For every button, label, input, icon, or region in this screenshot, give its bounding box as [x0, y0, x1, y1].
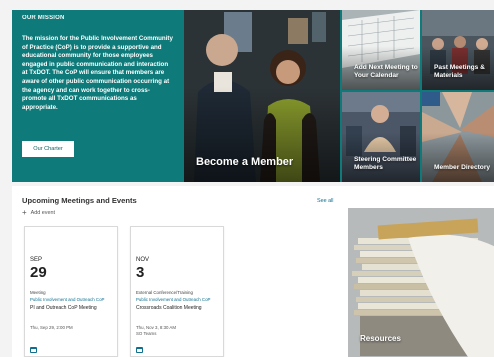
tile-label: Steering Committee Members — [354, 156, 417, 171]
events-section: Upcoming Meetings and Events See all + A… — [12, 186, 494, 357]
event-datetime: Thu, Nov 3, 8:30 AM — [136, 325, 177, 330]
event-category: Meeting — [30, 290, 46, 295]
event-card[interactable]: NOV 3 External Conference/Training Publi… — [130, 226, 224, 357]
event-title: PI and Outreach CoP Meeting — [30, 305, 97, 311]
add-event-label: Add event — [30, 210, 55, 216]
add-event-button[interactable]: + Add event — [22, 208, 55, 217]
tile-label: Add Next Meeting to Your Calendar — [354, 64, 418, 79]
hero-band: OUR MISSION The mission for the Public I… — [12, 10, 494, 182]
event-subcategory: Public Involvement and Outreach CoP — [136, 297, 211, 302]
event-month: NOV — [136, 257, 150, 263]
event-day: 3 — [136, 264, 145, 281]
tile-label: Member Directory — [434, 164, 491, 171]
event-datetime: Thu, Sep 29, 2:00 PM — [30, 325, 73, 330]
tile-become-a-member[interactable]: Become a Member — [184, 10, 340, 182]
mission-panel: OUR MISSION The mission for the Public I… — [12, 10, 184, 182]
tile-label: Become a Member — [196, 156, 294, 168]
resources-tile[interactable]: Resources — [348, 208, 494, 357]
add-to-calendar-icon[interactable] — [136, 347, 143, 353]
resources-label: Resources — [360, 334, 401, 343]
event-day: 29 — [30, 264, 47, 281]
tile-gradient — [422, 132, 494, 182]
page: OUR MISSION The mission for the Public I… — [0, 0, 494, 357]
tile-member-directory[interactable]: Member Directory — [422, 92, 494, 182]
event-title: Crossroads Coalition Meeting — [136, 305, 202, 311]
event-category: External Conference/Training — [136, 290, 193, 295]
event-subcategory: Public Involvement and Outreach CoP — [30, 297, 105, 302]
plus-icon: + — [22, 208, 27, 217]
mission-heading: OUR MISSION — [22, 15, 65, 21]
event-card[interactable]: SEP 29 Meeting Public Involvement and Ou… — [24, 226, 118, 357]
tile-steering-committee[interactable]: Steering Committee Members — [342, 92, 420, 182]
event-location: SO Teams — [136, 331, 157, 336]
see-all-link[interactable]: See all — [317, 198, 333, 204]
events-title: Upcoming Meetings and Events — [22, 196, 137, 205]
tile-add-next-meeting[interactable]: Add Next Meeting to Your Calendar — [342, 10, 420, 90]
add-to-calendar-icon[interactable] — [30, 347, 37, 353]
event-month: SEP — [30, 257, 43, 263]
our-charter-button[interactable]: Our Charter — [22, 141, 74, 157]
mission-text: The mission for the Public Involvement C… — [22, 35, 173, 111]
tile-past-meetings[interactable]: Past Meetings & Materials — [422, 10, 494, 90]
tile-label: Past Meetings & Materials — [434, 64, 485, 79]
